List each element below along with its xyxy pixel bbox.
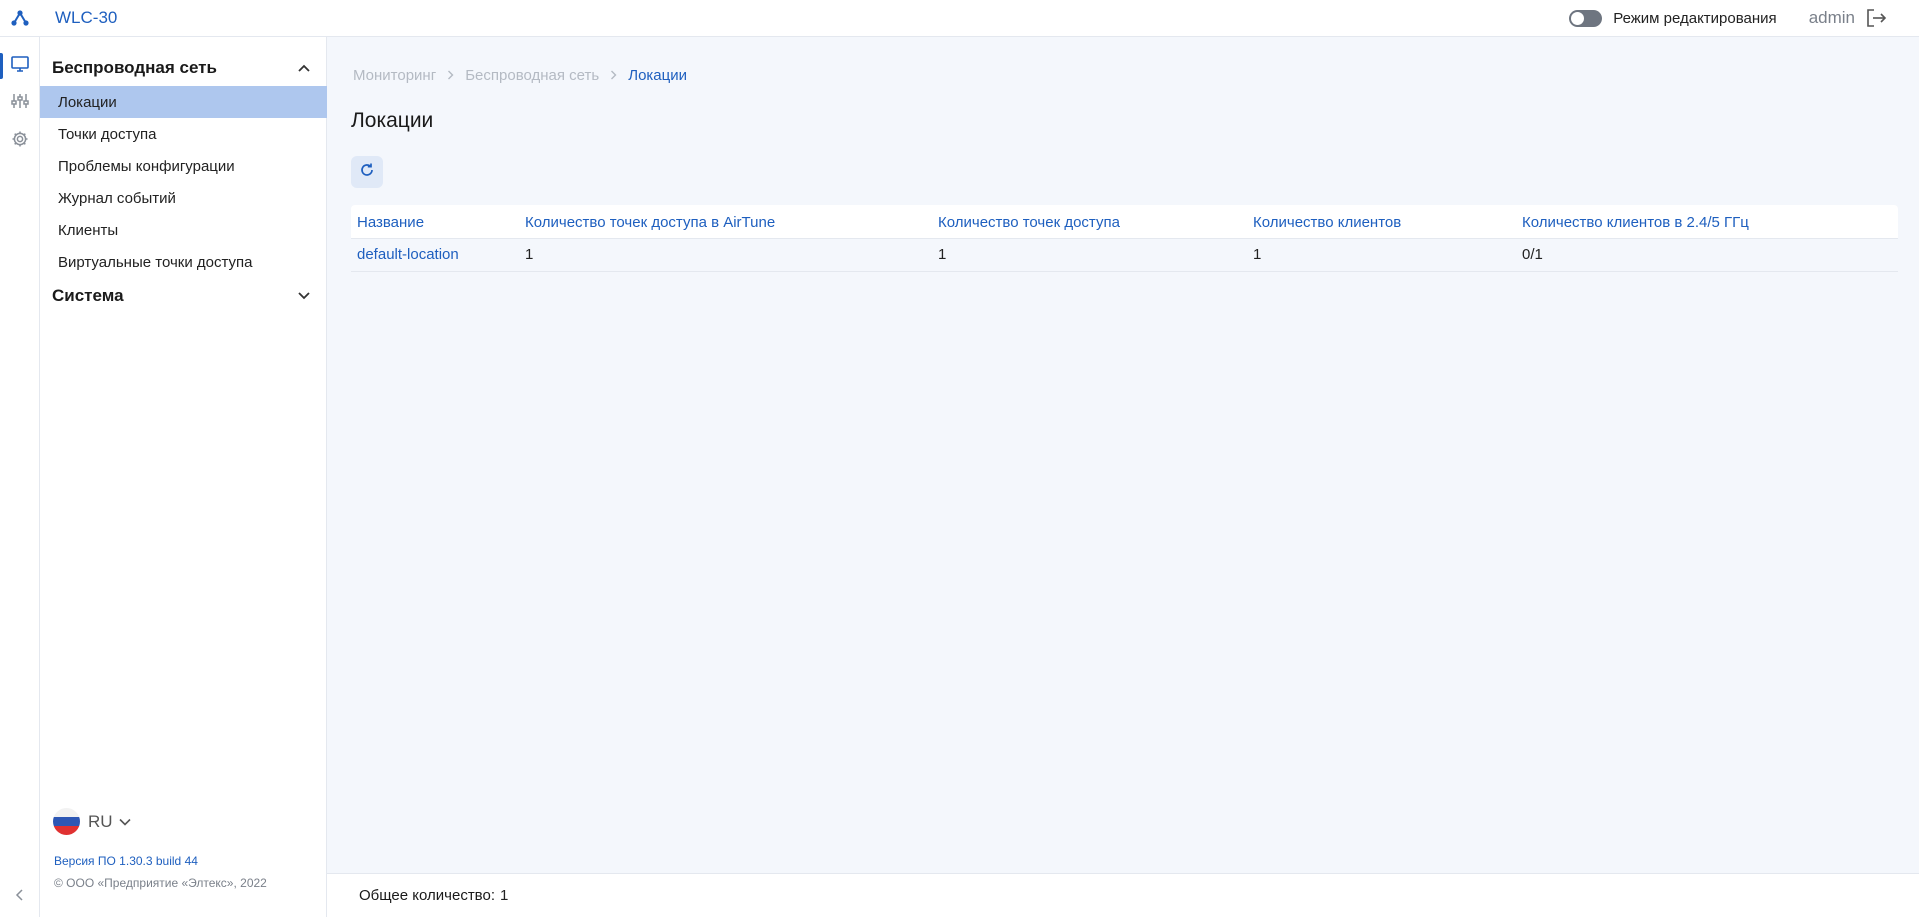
table-footer: Общее количество: 1	[327, 873, 1919, 917]
total-count-value: 1	[500, 887, 509, 904]
table-cell: 1	[525, 246, 534, 263]
column-header-client-count[interactable]: Количество клиентов	[1253, 214, 1401, 231]
location-name-link[interactable]: default-location	[357, 246, 459, 263]
settings-rail-button[interactable]	[0, 124, 40, 158]
gear-icon	[11, 130, 29, 153]
chevron-down-icon	[118, 813, 131, 831]
sidebar-item-clients[interactable]: Клиенты	[40, 214, 327, 246]
edit-mode-label: Режим редактирования	[1613, 9, 1777, 27]
sidebar-item-locations[interactable]: Локации	[40, 86, 327, 118]
chevron-right-icon	[610, 68, 617, 83]
chevron-right-icon	[447, 68, 454, 83]
breadcrumb: Мониторинг Беспроводная сеть Локации	[353, 67, 687, 84]
sidebar-item-config-problems[interactable]: Проблемы конфигурации	[40, 150, 327, 182]
copyright: © ООО «Предприятие «Элтекс», 2022	[54, 876, 267, 890]
language-label: RU	[88, 811, 113, 831]
table-row: default-location 1 1 1 0/1	[351, 239, 1898, 272]
sidebar-section-system[interactable]: Система	[40, 280, 327, 312]
column-header-airtune-ap-count[interactable]: Количество точек доступа в AirTune	[525, 214, 775, 231]
table-cell: 1	[1253, 246, 1262, 263]
sidebar-item-label: Журнал событий	[58, 189, 176, 207]
breadcrumb-monitoring[interactable]: Мониторинг	[353, 67, 436, 84]
edit-mode-toggle[interactable]	[1569, 9, 1603, 27]
refresh-icon	[359, 162, 375, 183]
column-header-client-count-band[interactable]: Количество клиентов в 2.4/5 ГГц	[1522, 214, 1749, 231]
firmware-version: Версия ПО 1.30.3 build 44	[54, 854, 198, 868]
sidebar-item-label: Точки доступа	[58, 125, 157, 143]
breadcrumb-locations: Локации	[628, 67, 687, 84]
monitor-icon	[10, 55, 30, 78]
total-count-label: Общее количество:	[359, 887, 495, 904]
sidebar-item-label: Клиенты	[58, 221, 119, 239]
logout-icon[interactable]	[1865, 8, 1887, 28]
sidebar-item-event-log[interactable]: Журнал событий	[40, 182, 327, 214]
page-title: Локации	[351, 109, 434, 132]
column-header-name[interactable]: Название	[357, 214, 424, 231]
chevron-down-icon	[297, 291, 311, 301]
user-name: admin	[1808, 8, 1855, 27]
sidebar: Беспроводная сеть Локации Точки доступа …	[40, 37, 327, 917]
chevron-up-icon	[297, 63, 311, 73]
icon-rail	[0, 37, 40, 917]
table-cell: 1	[938, 246, 947, 263]
sidebar-section-title: Система	[52, 286, 124, 305]
main-content: Мониторинг Беспроводная сеть Локации Лок…	[327, 37, 1919, 917]
monitoring-rail-button[interactable]	[0, 49, 40, 83]
sidebar-section-title: Беспроводная сеть	[52, 58, 217, 77]
table-cell: 0/1	[1522, 246, 1543, 263]
chevron-left-icon	[15, 888, 25, 906]
sliders-icon	[10, 92, 30, 115]
russia-flag-icon	[53, 808, 80, 835]
sidebar-item-virtual-access-points[interactable]: Виртуальные точки доступа	[40, 246, 327, 278]
sidebar-item-label: Локации	[58, 93, 117, 111]
refresh-button[interactable]	[351, 156, 383, 188]
configuration-rail-button[interactable]	[0, 86, 40, 120]
sidebar-item-access-points[interactable]: Точки доступа	[40, 118, 327, 150]
app-title[interactable]: WLC-30	[55, 8, 117, 28]
column-header-ap-count[interactable]: Количество точек доступа	[938, 214, 1120, 231]
app-logo-icon[interactable]	[0, 0, 40, 37]
language-selector[interactable]: RU	[53, 808, 131, 835]
sidebar-item-label: Виртуальные точки доступа	[58, 253, 253, 271]
locations-table: Название Количество точек доступа в AirT…	[351, 205, 1898, 272]
top-bar: WLC-30 Режим редактирования admin	[0, 0, 1919, 37]
table-header: Название Количество точек доступа в AirT…	[351, 205, 1898, 239]
sidebar-section-wireless[interactable]: Беспроводная сеть	[40, 52, 327, 84]
sidebar-item-label: Проблемы конфигурации	[58, 157, 235, 175]
collapse-sidebar-button[interactable]	[0, 887, 40, 907]
breadcrumb-wireless[interactable]: Беспроводная сеть	[465, 67, 599, 84]
